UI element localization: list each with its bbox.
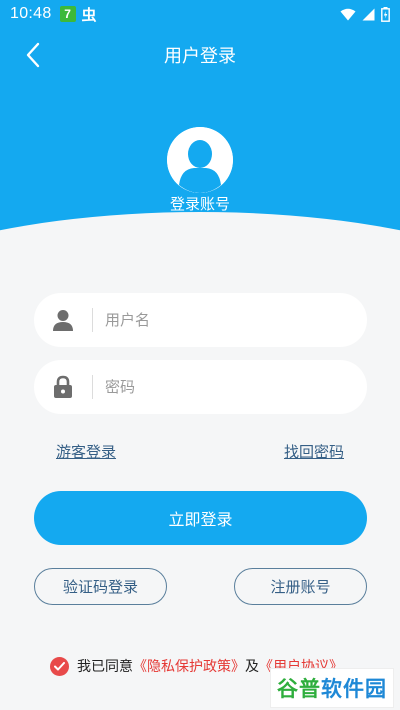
guest-login-link[interactable]: 游客登录 bbox=[56, 441, 116, 462]
privacy-policy-link[interactable]: 《隐私保护政策》 bbox=[133, 656, 245, 676]
avatar[interactable] bbox=[167, 127, 233, 193]
login-button[interactable]: 立即登录 bbox=[34, 491, 367, 545]
username-field[interactable] bbox=[34, 293, 367, 347]
password-input[interactable] bbox=[93, 360, 367, 414]
status-bar: 10:48 7 虫 bbox=[0, 0, 400, 28]
page-title: 用户登录 bbox=[164, 46, 236, 67]
header-curve bbox=[0, 212, 400, 260]
signal-icon bbox=[362, 8, 375, 20]
forgot-password-link[interactable]: 找回密码 bbox=[284, 441, 344, 462]
avatar-label: 登录账号 bbox=[169, 195, 230, 213]
lock-icon-wrap bbox=[34, 375, 92, 399]
password-field[interactable] bbox=[34, 360, 367, 414]
wifi-icon bbox=[340, 8, 356, 20]
watermark-part1: 谷普 bbox=[277, 677, 321, 701]
notification-badge-icon: 7 bbox=[59, 6, 76, 22]
agree-checkbox[interactable] bbox=[50, 656, 69, 676]
bug-icon: 虫 bbox=[81, 5, 97, 24]
watermark-part2: 软件园 bbox=[321, 677, 387, 701]
status-icons bbox=[340, 6, 390, 22]
battery-icon bbox=[381, 6, 390, 22]
agreement-and: 及 bbox=[245, 659, 259, 675]
status-time: 10:48 bbox=[10, 5, 52, 22]
lock-icon bbox=[54, 375, 72, 398]
agreement-prefix: 我已同意 bbox=[77, 659, 133, 675]
sms-login-button[interactable]: 验证码登录 bbox=[34, 568, 167, 605]
watermark-logo: 谷普 软件园 bbox=[270, 668, 394, 708]
user-avatar-icon bbox=[167, 127, 233, 193]
user-icon-wrap bbox=[34, 309, 92, 331]
check-icon bbox=[54, 661, 65, 670]
user-icon bbox=[53, 310, 73, 331]
register-button[interactable]: 注册账号 bbox=[234, 568, 367, 605]
username-input[interactable] bbox=[93, 293, 367, 347]
